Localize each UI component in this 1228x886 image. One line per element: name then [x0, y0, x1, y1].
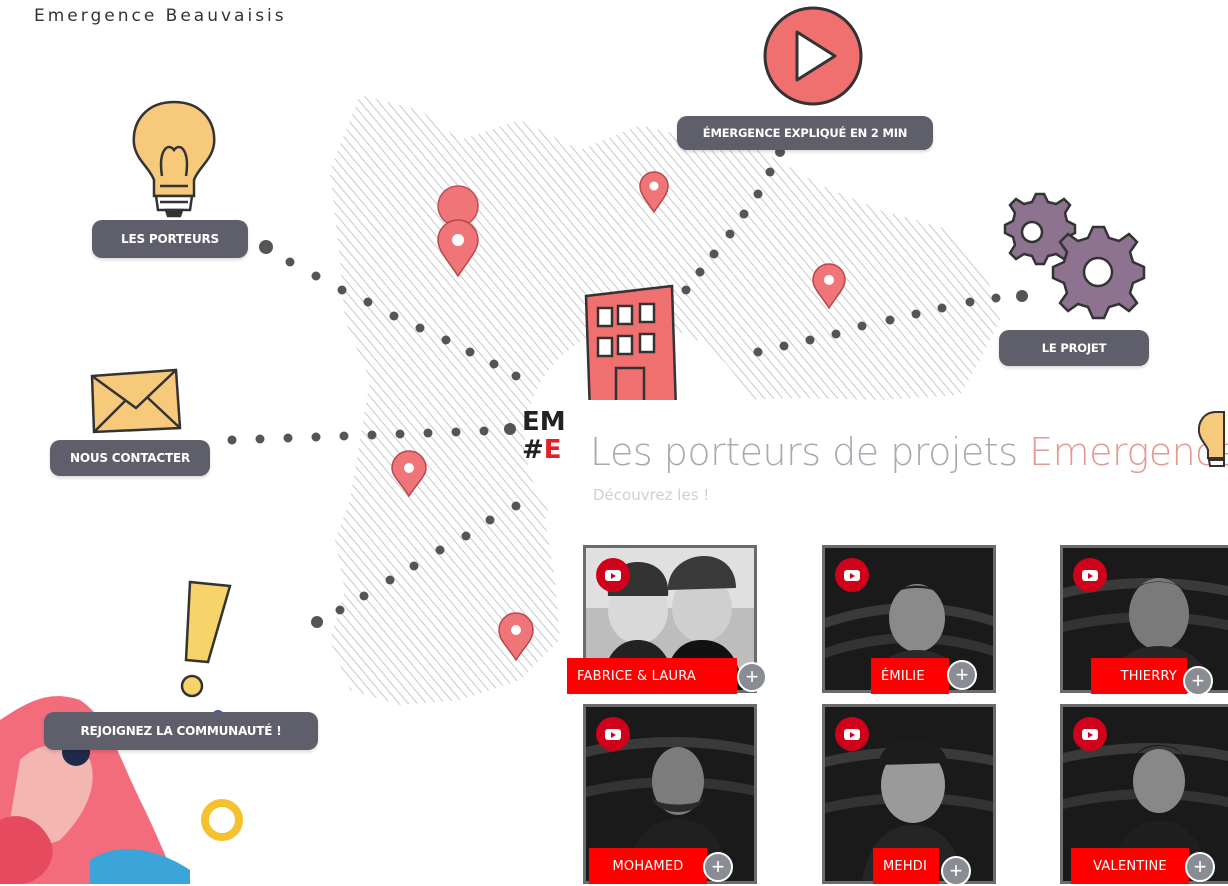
hero-line-1: EM: [522, 407, 566, 437]
porteur-name-tag[interactable]: MEHDI: [873, 848, 939, 884]
hero-line-2: #E: [522, 436, 566, 464]
envelope-icon: [90, 368, 182, 434]
youtube-icon: [1073, 717, 1107, 751]
section-title: Les porteurs de projets Emergence: [590, 430, 1228, 474]
exclamation-icon: [180, 580, 232, 698]
section-subtitle: Découvrez les !: [593, 486, 710, 504]
porteur-name-tag[interactable]: MOHAMED: [589, 848, 707, 884]
hero-headline: EM #E: [522, 408, 566, 464]
porteur-name-tag[interactable]: ÉMILIE: [871, 658, 949, 694]
porteur-plus-button[interactable]: +: [1185, 852, 1215, 882]
youtube-icon: [596, 717, 630, 751]
porteur-plus-button[interactable]: +: [1183, 666, 1213, 696]
youtube-icon: [1073, 558, 1107, 592]
nav-rejoignez-communaute[interactable]: REJOIGNEZ LA COMMUNAUTÉ !: [44, 712, 318, 750]
porteur-name-tag[interactable]: FABRICE & LAURA: [567, 658, 737, 694]
play-icon: [763, 6, 863, 106]
porteur-name-tag[interactable]: THIERRY: [1091, 658, 1187, 694]
nav-nous-contacter[interactable]: NOUS CONTACTER: [50, 440, 210, 476]
youtube-icon: [835, 558, 869, 592]
hero-hash: #: [522, 435, 544, 465]
porteur-plus-button[interactable]: +: [737, 662, 767, 692]
hero-hash-red: E: [543, 435, 562, 465]
youtube-icon: [596, 558, 630, 592]
porteur-plus-button[interactable]: +: [703, 852, 733, 882]
lightbulb-icon: [132, 100, 216, 218]
section-title-main: Les porteurs de projets: [590, 430, 1030, 474]
porteur-plus-button[interactable]: +: [941, 856, 971, 886]
nav-les-porteurs[interactable]: LES PORTEURS: [92, 220, 248, 258]
building-icon: [584, 284, 678, 416]
porteurs-panel: Les porteurs de projets Emergence Découv…: [567, 400, 1228, 886]
youtube-icon: [835, 717, 869, 751]
nav-video-explique[interactable]: ÉMERGENCE EXPLIQUÉ EN 2 MIN: [677, 116, 933, 150]
porteur-name-tag[interactable]: VALENTINE: [1071, 848, 1189, 884]
lightbulb-icon: [1197, 411, 1225, 467]
nav-le-projet[interactable]: LE PROJET: [999, 330, 1149, 366]
porteur-plus-button[interactable]: +: [947, 660, 977, 690]
